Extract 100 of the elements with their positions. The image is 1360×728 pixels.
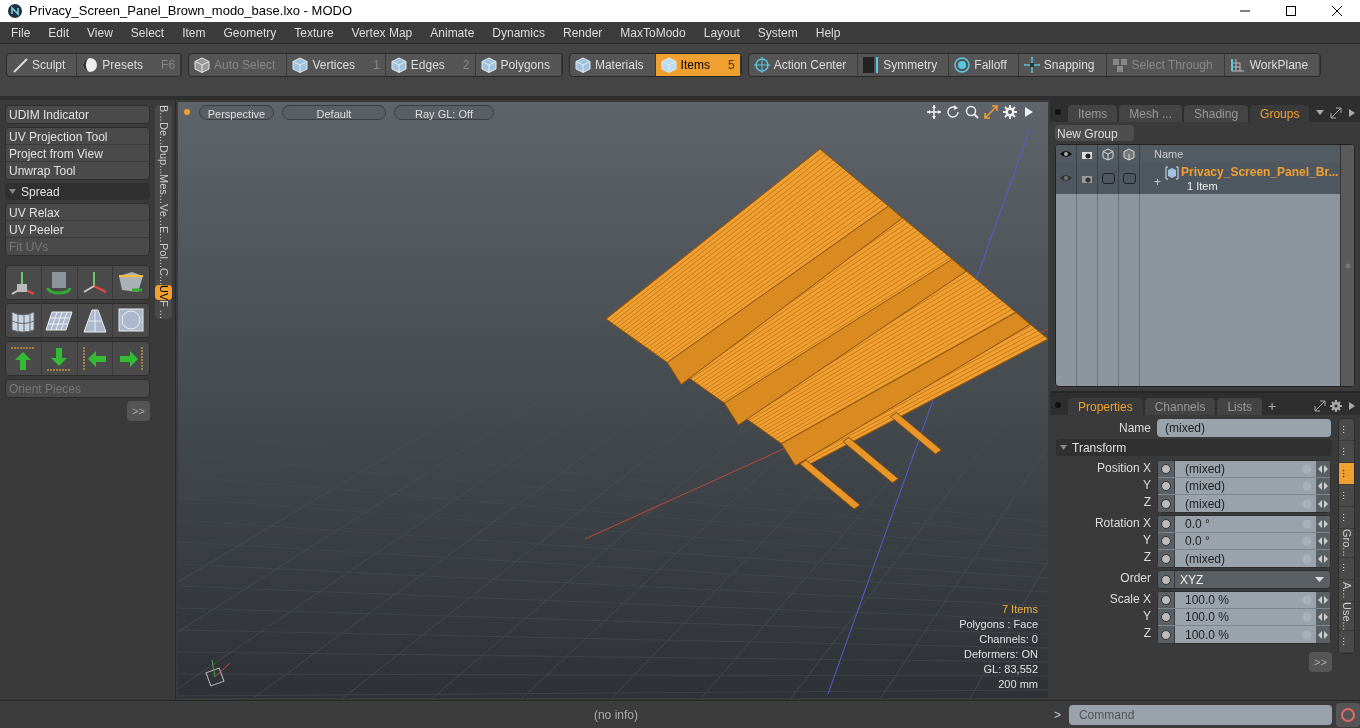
vertical-tab[interactable]: UV [155,284,172,301]
menu-item[interactable]: Render [554,23,612,42]
menu-item[interactable]: Layout [694,23,749,42]
field-label: Y [1143,477,1151,494]
expand-toggle[interactable]: + [1154,173,1161,191]
panel-tab[interactable]: Properties [1068,398,1143,415]
vertical-tab[interactable]: F ... [155,300,172,320]
tool-button[interactable]: Unwrap Tool [6,162,149,179]
side-tab[interactable]: ... [1339,557,1354,580]
vertical-tab[interactable]: B... [155,105,172,122]
viewport-stat: GL: 83,552 [983,662,1038,677]
value-field[interactable]: (mixed) [1175,550,1302,567]
triangle-icon [1060,444,1067,451]
field-label: Order [1120,570,1151,587]
keyframe-toggle[interactable] [1161,574,1171,585]
panel-tab[interactable]: Channels [1144,398,1216,415]
expand-button[interactable]: >> [127,401,150,421]
arrows-icon [1318,537,1328,545]
keyframe-toggle[interactable] [1161,498,1171,509]
panel-tab[interactable]: Groups [1250,105,1310,122]
menu-item[interactable]: Dynamics [483,23,554,42]
value-field[interactable]: 0.0 ° [1175,516,1302,532]
toolbar-button[interactable]: Items 5 [655,54,741,76]
menu-item[interactable]: View [78,23,122,42]
value-field[interactable]: 0.0 ° [1175,533,1302,549]
record-button[interactable] [1336,702,1360,727]
menu-item[interactable]: Texture [285,23,343,42]
toolbar-button[interactable]: WorkPlane [1224,54,1321,76]
menu-item[interactable]: Geometry [214,23,286,42]
viewport-button[interactable]: Perspective [199,104,274,120]
field-label: Position X [1096,460,1151,477]
tool-button[interactable]: UV Projection Tool [6,128,149,145]
menu-item[interactable]: MaxToModo [611,23,695,42]
value-field[interactable]: (mixed) [1175,478,1302,494]
vertical-tab[interactable]: De... [155,121,172,145]
side-tab[interactable]: A... [1339,579,1354,602]
viewport-button[interactable]: Ray GL: Off [394,104,494,120]
toggle-button[interactable] [1122,173,1136,184]
panel-tab[interactable]: Mesh ... [1119,105,1183,122]
side-tab[interactable]: ... [1339,631,1354,654]
side-tab[interactable]: ... [1339,463,1354,485]
panel-tab[interactable]: Shading [1184,105,1249,122]
value-field[interactable]: 100.0 % [1175,609,1302,625]
tool-button[interactable]: UDIM Indicator [6,106,149,123]
vertical-tab[interactable]: Ve... [155,204,172,227]
toolbar-button[interactable]: Polygons [475,54,562,76]
item-count: 1 Item [1186,179,1219,193]
field-label: Z [1143,494,1151,511]
keyframe-toggle[interactable] [1161,553,1171,564]
toolbar-button[interactable]: Symmetry [858,54,950,76]
group-row[interactable]: + Privacy_Screen_Panel_Br... 1 Item [1056,163,1340,194]
viewport-stat: Channels: 0 [979,632,1038,647]
menu-item[interactable]: Vertex Map [342,23,422,42]
brush-icon [12,57,28,73]
tool-button[interactable]: Project from View [6,145,149,162]
command-field[interactable]: Command [1068,704,1333,725]
vertical-tab[interactable]: Pol... [155,242,172,268]
add-tab-button[interactable]: + [1264,398,1281,415]
settings-icon [1003,105,1017,119]
menu-item[interactable]: Edit [39,23,79,42]
section-header[interactable]: Transform [1056,439,1332,456]
value-field[interactable]: 100.0 % [1175,626,1302,643]
side-tab[interactable]: ... [1339,485,1354,507]
name-field[interactable]: (mixed) [1157,418,1331,437]
panel-tab[interactable]: Items [1068,105,1118,122]
arrows-icon [1318,596,1328,604]
menu-item[interactable]: Help [806,23,850,42]
tool-button[interactable]: UV Peeler [6,221,149,238]
toolbar-button[interactable]: Sculpt [7,54,78,76]
vertical-tab[interactable]: Dup... [155,144,172,175]
vertical-tab[interactable]: Mes... [155,174,172,205]
toolbar-button[interactable]: Snapping [1018,54,1107,76]
value-field[interactable]: (mixed) [1175,461,1302,477]
menu-item[interactable]: Item [173,23,215,42]
menu-item[interactable]: File [2,23,40,42]
side-tab[interactable]: ... [1339,507,1354,529]
section-header[interactable]: Spread [5,183,150,200]
field-label: Z [1143,625,1151,642]
menu-item[interactable]: Select [121,23,174,42]
value-field[interactable]: 100.0 % [1175,592,1302,608]
toolbar-button[interactable]: Materials [569,54,656,76]
side-tab[interactable]: Use... [1339,601,1354,632]
expand-button[interactable]: >> [1309,652,1332,672]
side-tab[interactable]: Gro... [1339,529,1354,558]
viewport-button[interactable]: Default [282,104,386,120]
panel-tab[interactable]: Lists [1217,398,1263,415]
toggle-button[interactable] [1101,173,1115,184]
toolbar-button[interactable]: Falloff [949,54,1019,76]
vertical-tab[interactable]: C... [155,267,172,285]
menu-item[interactable]: Animate [421,23,484,42]
play-icon [1348,108,1356,118]
side-tab[interactable]: ... [1339,419,1354,441]
menu-item[interactable]: System [748,23,807,42]
new-group-button[interactable]: New Group [1055,125,1134,141]
viewport-stat: Deformers: ON [964,647,1038,662]
value-field[interactable]: (mixed) [1175,495,1302,512]
vertical-tab[interactable]: E... [155,226,172,243]
toolbar-button[interactable]: Action Center [748,54,859,76]
tool-button[interactable]: UV Relax [6,204,149,221]
keyframe-toggle[interactable] [1161,629,1171,640]
